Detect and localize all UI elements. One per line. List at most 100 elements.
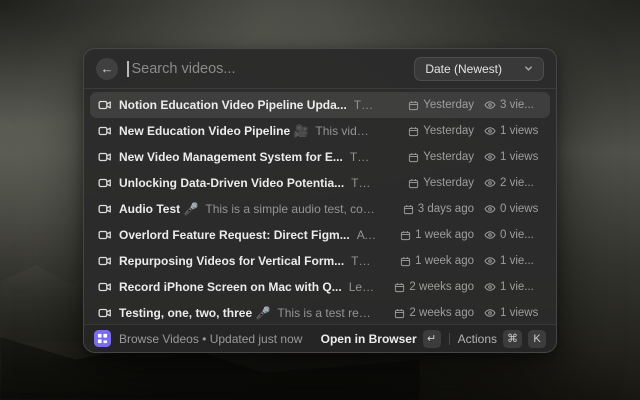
video-list-item[interactable]: Unlocking Data-Driven Video Potentia... … xyxy=(90,170,550,196)
eye-icon xyxy=(484,99,496,111)
video-list-item[interactable]: Audio Test 🎤 This is a simple audio test… xyxy=(90,196,550,222)
video-date: 3 days ago xyxy=(418,203,474,215)
video-title: Audio Test 🎤 xyxy=(119,202,198,216)
video-description: Learn how to record your iPhone scr... xyxy=(349,280,375,294)
video-date: Yesterday xyxy=(423,99,474,111)
video-title: Overlord Feature Request: Direct Figm... xyxy=(119,228,350,242)
video-list-item[interactable]: Record iPhone Screen on Mac with Q... Le… xyxy=(90,274,550,300)
calendar-icon xyxy=(403,204,414,215)
video-title: Repurposing Videos for Vertical Form... xyxy=(119,254,344,268)
video-list-item[interactable]: Overlord Feature Request: Direct Figm...… xyxy=(90,222,550,248)
video-view-count: 1 vie... xyxy=(500,281,534,293)
video-camera-icon xyxy=(98,254,112,268)
eye-icon xyxy=(484,203,496,215)
video-camera-icon xyxy=(98,306,112,320)
calendar-icon xyxy=(408,126,419,137)
footer-action-bar: Browse Videos • Updated just now Open in… xyxy=(84,324,556,352)
video-list-item[interactable]: Testing, one, two, three 🎤 This is a tes… xyxy=(90,300,550,324)
video-description: This video explains the new education... xyxy=(354,98,375,112)
video-description: This video discusses the repurposing... xyxy=(351,254,375,268)
video-view-count: 3 vie... xyxy=(500,99,534,111)
video-meta: Yesterday 1 views xyxy=(382,125,542,137)
video-description: This is a test recording. Testing, one, … xyxy=(277,306,375,320)
video-view-count: 0 vie... xyxy=(500,229,534,241)
video-view-count: 0 views xyxy=(500,203,538,215)
video-camera-icon xyxy=(98,150,112,164)
calendar-icon xyxy=(394,282,405,293)
footer-divider xyxy=(449,333,450,345)
video-view-count: 1 views xyxy=(500,151,538,163)
video-meta: 2 weeks ago 1 vie... xyxy=(382,281,542,293)
video-date: Yesterday xyxy=(423,125,474,137)
sort-dropdown[interactable]: Date (Newest) xyxy=(414,57,544,81)
eye-icon xyxy=(484,281,496,293)
video-meta: Yesterday 2 vie... xyxy=(382,177,542,189)
footer-status-text: Browse Videos • Updated just now xyxy=(119,332,313,346)
calendar-icon xyxy=(400,256,411,267)
video-meta: 2 weeks ago 1 views xyxy=(382,307,542,319)
video-camera-icon xyxy=(98,228,112,242)
video-title: Testing, one, two, three 🎤 xyxy=(119,306,270,320)
video-meta: 1 week ago 1 vie... xyxy=(382,255,542,267)
actions-button[interactable]: Actions ⌘ K xyxy=(458,330,546,348)
video-camera-icon xyxy=(98,202,112,216)
video-list-item[interactable]: Repurposing Videos for Vertical Form... … xyxy=(90,248,550,274)
video-camera-icon xyxy=(98,124,112,138)
calendar-icon xyxy=(394,308,405,319)
video-camera-icon xyxy=(98,98,112,112)
video-meta: Yesterday 3 vie... xyxy=(382,99,542,111)
video-results-list: Notion Education Video Pipeline Upda... … xyxy=(84,89,556,324)
video-date: 2 weeks ago xyxy=(409,307,474,319)
video-camera-icon xyxy=(98,176,112,190)
calendar-icon xyxy=(408,100,419,111)
video-view-count: 1 views xyxy=(500,307,538,319)
eye-icon xyxy=(484,255,496,267)
k-key-icon: K xyxy=(528,330,546,348)
open-in-browser-button[interactable]: Open in Browser ↵ xyxy=(321,330,441,348)
video-view-count: 2 vie... xyxy=(500,177,534,189)
back-button[interactable]: ← xyxy=(96,58,118,80)
video-description: This video explains the new centralize..… xyxy=(350,150,375,164)
eye-icon xyxy=(484,229,496,241)
chevron-down-icon xyxy=(524,64,533,73)
video-description: This video discusses the potential of d.… xyxy=(351,176,375,190)
command-key-icon: ⌘ xyxy=(503,330,522,348)
video-date: Yesterday xyxy=(423,151,474,163)
video-date: Yesterday xyxy=(423,177,474,189)
video-title: Unlocking Data-Driven Video Potentia... xyxy=(119,176,344,190)
eye-icon xyxy=(484,125,496,137)
video-list-item[interactable]: New Education Video Pipeline 🎥 This vide… xyxy=(90,118,550,144)
open-in-browser-label: Open in Browser xyxy=(321,332,417,346)
video-list-item[interactable]: Notion Education Video Pipeline Upda... … xyxy=(90,92,550,118)
video-view-count: 1 vie... xyxy=(500,255,534,267)
search-input[interactable] xyxy=(132,61,406,77)
video-title: New Education Video Pipeline 🎥 xyxy=(119,124,308,138)
video-meta: Yesterday 1 views xyxy=(382,151,542,163)
browse-videos-window: ← Date (Newest) Notion Education Video P… xyxy=(83,48,557,353)
video-date: 2 weeks ago xyxy=(409,281,474,293)
eye-icon xyxy=(484,307,496,319)
sort-dropdown-value: Date (Newest) xyxy=(425,62,502,76)
video-date: 1 week ago xyxy=(415,255,474,267)
eye-icon xyxy=(484,177,496,189)
browse-videos-extension-icon xyxy=(94,330,111,347)
calendar-icon xyxy=(408,152,419,163)
video-list-item[interactable]: New Video Management System for E... Thi… xyxy=(90,144,550,170)
video-title: Notion Education Video Pipeline Upda... xyxy=(119,98,347,112)
calendar-icon xyxy=(408,178,419,189)
video-meta: 1 week ago 0 vie... xyxy=(382,229,542,241)
return-key-icon: ↵ xyxy=(423,330,441,348)
video-meta: 3 days ago 0 views xyxy=(382,203,542,215)
video-description: This is a simple audio test, confirming … xyxy=(205,202,375,216)
video-title: New Video Management System for E... xyxy=(119,150,343,164)
actions-label: Actions xyxy=(458,332,497,346)
video-view-count: 1 views xyxy=(500,125,538,137)
eye-icon xyxy=(484,151,496,163)
text-cursor xyxy=(127,61,129,77)
video-camera-icon xyxy=(98,280,112,294)
video-description: A user suggests a new feature for Ov... xyxy=(357,228,375,242)
search-bar: ← Date (Newest) xyxy=(84,49,556,89)
video-date: 1 week ago xyxy=(415,229,474,241)
video-title: Record iPhone Screen on Mac with Q... xyxy=(119,280,342,294)
back-arrow-icon: ← xyxy=(101,62,114,75)
